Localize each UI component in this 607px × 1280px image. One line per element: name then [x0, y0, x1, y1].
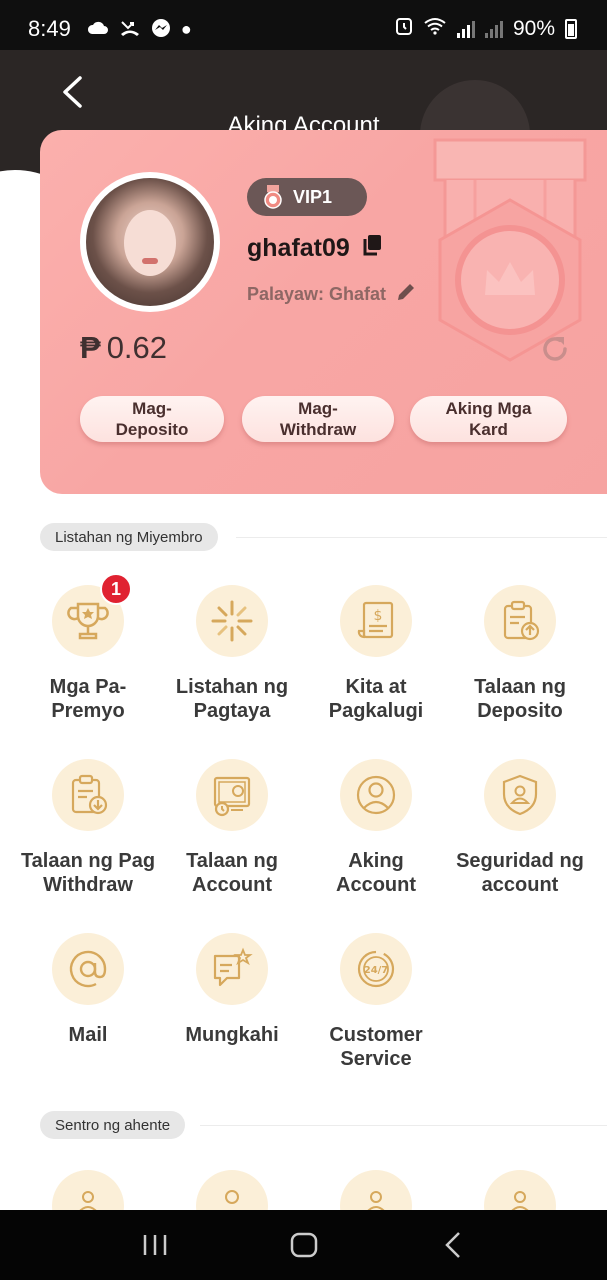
trophy-icon	[67, 602, 109, 640]
back-button[interactable]	[52, 70, 92, 114]
feedback-label: Mungkahi	[185, 1024, 279, 1046]
agent-section-label: Sentro ng ahente	[40, 1111, 186, 1139]
deposit-history-label: Talaan ng Deposito	[474, 676, 566, 722]
bet-history-label: Listahan ng Pagtaya	[175, 676, 289, 722]
rewards-label: Mga Pa- Premyo	[49, 676, 127, 722]
system-back-button[interactable]	[423, 1220, 483, 1270]
account-security-item[interactable]: Seguridad ng account	[448, 759, 592, 897]
signal-icon-secondary	[484, 20, 503, 38]
customer-service-item[interactable]: 24/7 Customer Service	[304, 933, 448, 1071]
refresh-balance-button[interactable]	[540, 334, 570, 364]
refresh-icon	[543, 337, 567, 361]
mail-label: Mail	[68, 1024, 108, 1046]
home-icon	[290, 1232, 317, 1258]
chevron-left-icon	[63, 76, 82, 108]
my-account-item[interactable]: Aking Account	[304, 759, 448, 897]
mail-item[interactable]: Mail	[16, 933, 160, 1047]
rewards-item[interactable]: 1 Mga Pa- Premyo	[16, 573, 160, 723]
customer-service-label: Customer Service	[329, 1024, 423, 1070]
support-24-7-icon: 24/7	[357, 950, 395, 988]
withdraw-button[interactable]: Mag- Withdraw	[242, 396, 394, 442]
my-cards-button[interactable]: Aking Mga Kard	[410, 396, 567, 442]
deposit-button[interactable]: Mag- Deposito	[80, 396, 224, 442]
account-security-label: Seguridad ng account	[456, 850, 584, 896]
deposit-history-item[interactable]: Talaan ng Deposito	[448, 585, 592, 723]
profile-card: VIP1 ghafat09 Palayaw: Ghafat ₱ 0.62 Mag…	[40, 130, 607, 494]
bet-history-item[interactable]: Listahan ng Pagtaya	[160, 585, 304, 723]
vip-medal-icon	[264, 185, 282, 209]
signal-icon	[456, 20, 475, 38]
cloud-icon	[87, 20, 109, 38]
nickname-row: Palayaw: Ghafat	[247, 282, 416, 307]
system-nav-bar	[0, 1210, 607, 1280]
currency-symbol: ₱	[80, 330, 101, 365]
clipboard-upload-icon	[503, 600, 540, 641]
battery-icon	[565, 19, 577, 39]
section-divider	[200, 1125, 607, 1126]
home-button[interactable]	[274, 1220, 334, 1270]
withdraw-history-label: Talaan ng Pag Withdraw	[20, 850, 156, 896]
alarm-icon	[395, 16, 413, 42]
svg-text:24/7: 24/7	[364, 965, 389, 976]
pencil-icon	[398, 284, 415, 300]
my-cards-label: Aking Mga Kard	[445, 399, 532, 439]
username-row: ghafat09	[247, 234, 382, 263]
back-arrow-icon	[444, 1232, 460, 1258]
account-history-label: Talaan ng Account	[186, 850, 278, 896]
feedback-icon	[213, 947, 253, 987]
wifi-icon	[423, 17, 447, 41]
section-divider	[236, 537, 607, 538]
withdraw-label: Mag- Withdraw	[279, 399, 357, 439]
member-section-label: Listahan ng Miyembro	[40, 523, 218, 551]
battery-percent: 90%	[512, 17, 555, 40]
certificate-icon	[213, 776, 251, 817]
feedback-item[interactable]: Mungkahi	[160, 933, 304, 1047]
vip-badge: VIP1	[247, 178, 367, 216]
profit-loss-label: Kita at Pagkalugi	[328, 676, 424, 722]
recent-apps-button[interactable]	[125, 1220, 185, 1270]
at-icon	[69, 950, 107, 988]
medal-watermark-icon	[433, 138, 587, 362]
nickname: Palayaw: Ghafat	[247, 284, 387, 304]
status-time: 8:49	[28, 16, 71, 41]
shield-user-icon	[502, 774, 538, 816]
withdraw-history-item[interactable]: Talaan ng Pag Withdraw	[16, 759, 160, 897]
my-account-label: Aking Account	[336, 850, 416, 896]
copy-icon	[363, 235, 381, 256]
missed-call-icon	[119, 19, 141, 40]
avatar[interactable]	[80, 172, 220, 312]
svg-text:$: $	[374, 608, 383, 624]
user-icon	[356, 775, 396, 815]
profit-loss-item[interactable]: $ Kita at Pagkalugi	[304, 585, 448, 723]
recent-apps-icon	[143, 1235, 166, 1255]
copy-button[interactable]	[362, 234, 382, 263]
edit-nickname-button[interactable]	[396, 282, 416, 307]
wallet-actions: Mag- Deposito Mag- Withdraw Aking Mga Ka…	[80, 396, 580, 442]
account-history-item[interactable]: Talaan ng Account	[160, 759, 304, 897]
messenger-icon	[151, 18, 171, 41]
balance-amount: 0.62	[106, 330, 168, 365]
notification-badge: 1	[100, 573, 132, 605]
vip-level: VIP1	[293, 186, 333, 207]
receipt-icon: $	[357, 601, 394, 639]
clipboard-download-icon	[71, 774, 108, 815]
deposit-label: Mag- Deposito	[115, 399, 189, 439]
balance: ₱ 0.62	[80, 330, 167, 366]
sparkle-icon	[211, 600, 253, 642]
dot-icon: ●	[180, 19, 192, 39]
username: ghafat09	[247, 234, 350, 262]
